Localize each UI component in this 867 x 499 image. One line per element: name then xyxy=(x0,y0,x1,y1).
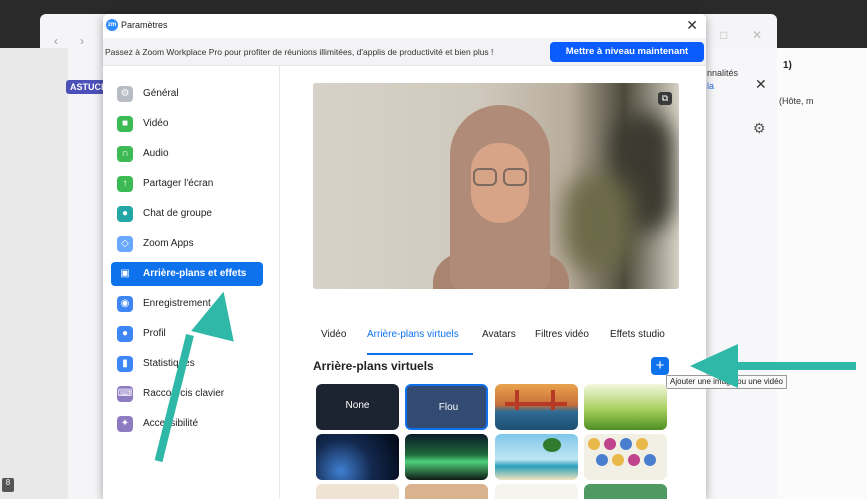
sidebar-item-label: Arrière-plans et effets xyxy=(143,268,247,279)
background-right-panel: nnalités la ✕ ⚙ xyxy=(705,48,777,499)
background-thumb-earth[interactable] xyxy=(316,434,399,480)
maximize-icon[interactable]: □ xyxy=(720,28,727,42)
settings-dialog: zm Paramètres ✕ Passez à Zoom Workplace … xyxy=(103,14,787,499)
background-thumb-blur[interactable]: Flou xyxy=(405,384,488,430)
tab-video-filters[interactable]: Filtres vidéo xyxy=(535,329,589,340)
background-thumb-row3-3[interactable] xyxy=(495,484,578,499)
far-panel-role: (Hôte, m xyxy=(779,96,814,106)
sidebar-item-label: Partager l'écran xyxy=(143,178,214,189)
background-thumb-grass[interactable] xyxy=(584,384,667,430)
sidebar-item-label: Vidéo xyxy=(143,118,169,129)
pattern-dot xyxy=(588,438,600,450)
pattern-dot xyxy=(628,454,640,466)
add-background-button[interactable]: + xyxy=(651,357,669,375)
bridge-tower-left xyxy=(515,390,519,410)
sidebar-divider xyxy=(279,66,280,499)
bridge-tower-right xyxy=(551,390,555,410)
sidebar-item-accessibility[interactable]: ✦ Accessibilité xyxy=(111,412,263,436)
pattern-dot xyxy=(644,454,656,466)
thumb-label: None xyxy=(345,400,370,411)
background-left-panel xyxy=(0,48,68,499)
close-icon[interactable]: ✕ xyxy=(755,76,767,93)
sidebar-item-general[interactable]: ⚙ Général xyxy=(111,82,263,106)
dialog-title: Paramètres xyxy=(121,20,168,30)
person-background-icon: ▣ xyxy=(117,266,133,282)
corner-badge: 8 xyxy=(2,478,14,492)
sidebar-item-video[interactable]: ■ Vidéo xyxy=(111,112,263,136)
window-close-icon[interactable]: ✕ xyxy=(752,28,762,42)
right-panel-link[interactable]: la xyxy=(707,81,714,91)
right-panel-text: nnalités xyxy=(707,68,739,78)
pattern-dot xyxy=(636,438,648,450)
sidebar-item-label: Zoom Apps xyxy=(143,238,194,249)
upgrade-banner-text: Passez à Zoom Workplace Pro pour profite… xyxy=(105,47,494,57)
background-thumb-beach[interactable] xyxy=(495,434,578,480)
sidebar-item-zoom-apps[interactable]: ◇ Zoom Apps xyxy=(111,232,263,256)
active-tab-indicator xyxy=(367,353,473,355)
section-title: Arrière-plans virtuels xyxy=(313,359,434,373)
tab-virtual-backgrounds[interactable]: Arrière-plans virtuels xyxy=(367,329,459,340)
background-thumb-golden-gate[interactable] xyxy=(495,384,578,430)
keyboard-icon: ⌨ xyxy=(117,386,133,402)
upgrade-button[interactable]: Mettre à niveau maintenant xyxy=(550,42,704,62)
tab-avatars[interactable]: Avatars xyxy=(482,329,516,340)
pattern-dot xyxy=(612,454,624,466)
upgrade-banner: Passez à Zoom Workplace Pro pour profite… xyxy=(103,38,706,66)
background-far-panel: 1) (Hôte, m xyxy=(777,48,867,499)
chat-bubble-icon: ● xyxy=(117,206,133,222)
video-preview: ⧉ xyxy=(313,83,679,289)
bar-chart-icon: ▮ xyxy=(117,356,133,372)
accessibility-icon: ✦ xyxy=(117,416,133,432)
share-screen-icon: ↑ xyxy=(117,176,133,192)
arrow-head xyxy=(690,344,738,388)
tab-video[interactable]: Vidéo xyxy=(321,329,346,340)
back-arrow-icon[interactable]: ‹ xyxy=(54,34,58,48)
sidebar-item-label: Profil xyxy=(143,328,166,339)
arrow-shaft xyxy=(736,362,856,370)
preview-glasses-left xyxy=(473,168,497,186)
thumb-label: Flou xyxy=(438,402,459,413)
expand-preview-icon[interactable]: ⧉ xyxy=(658,92,672,105)
dialog-close-icon[interactable]: ✕ xyxy=(686,17,698,34)
forward-arrow-icon[interactable]: › xyxy=(80,34,84,48)
record-icon: ◉ xyxy=(117,296,133,312)
headphones-icon: ∩ xyxy=(117,146,133,162)
preview-glasses-right xyxy=(503,168,527,186)
far-panel-count: 1) xyxy=(783,60,792,71)
sidebar-item-label: Audio xyxy=(143,148,169,159)
background-thumb-row3-1[interactable] xyxy=(316,484,399,499)
gear-icon: ⚙ xyxy=(117,86,133,102)
pattern-dot xyxy=(620,438,632,450)
sidebar-item-label: Général xyxy=(143,88,179,99)
gear-icon[interactable]: ⚙ xyxy=(753,120,766,137)
sidebar-item-group-chat[interactable]: ● Chat de groupe xyxy=(111,202,263,226)
palm-tree xyxy=(543,438,561,452)
background-thumb-row3-4[interactable] xyxy=(584,484,667,499)
sidebar-item-backgrounds-effects[interactable]: ▣ Arrière-plans et effets xyxy=(111,262,263,286)
video-camera-icon: ■ xyxy=(117,116,133,132)
sidebar-item-share-screen[interactable]: ↑ Partager l'écran xyxy=(111,172,263,196)
sidebar-item-keyboard-shortcuts[interactable]: ⌨ Raccourcis clavier xyxy=(111,382,263,406)
settings-sidebar: ⚙ Général ■ Vidéo ∩ Audio ↑ Partager l'é… xyxy=(103,66,279,499)
zoom-logo-icon: zm xyxy=(106,19,118,31)
pattern-dot xyxy=(596,454,608,466)
background-thumb-row3-2[interactable] xyxy=(405,484,488,499)
background-thumb-aurora[interactable] xyxy=(405,434,488,480)
preview-plant xyxy=(563,173,633,273)
background-tabs: Vidéo Arrière-plans virtuels Avatars Fil… xyxy=(313,326,683,352)
sidebar-item-label: Chat de groupe xyxy=(143,208,212,219)
sidebar-item-label: Raccourcis clavier xyxy=(143,388,225,399)
tab-studio-effects[interactable]: Effets studio xyxy=(610,329,665,340)
background-thumb-none[interactable]: None xyxy=(316,384,399,430)
pattern-dot xyxy=(604,438,616,450)
background-thumb-pattern[interactable] xyxy=(584,434,667,480)
sidebar-item-audio[interactable]: ∩ Audio xyxy=(111,142,263,166)
apps-icon: ◇ xyxy=(117,236,133,252)
dialog-titlebar: zm Paramètres ✕ xyxy=(103,14,706,38)
profile-icon: ● xyxy=(117,326,133,342)
